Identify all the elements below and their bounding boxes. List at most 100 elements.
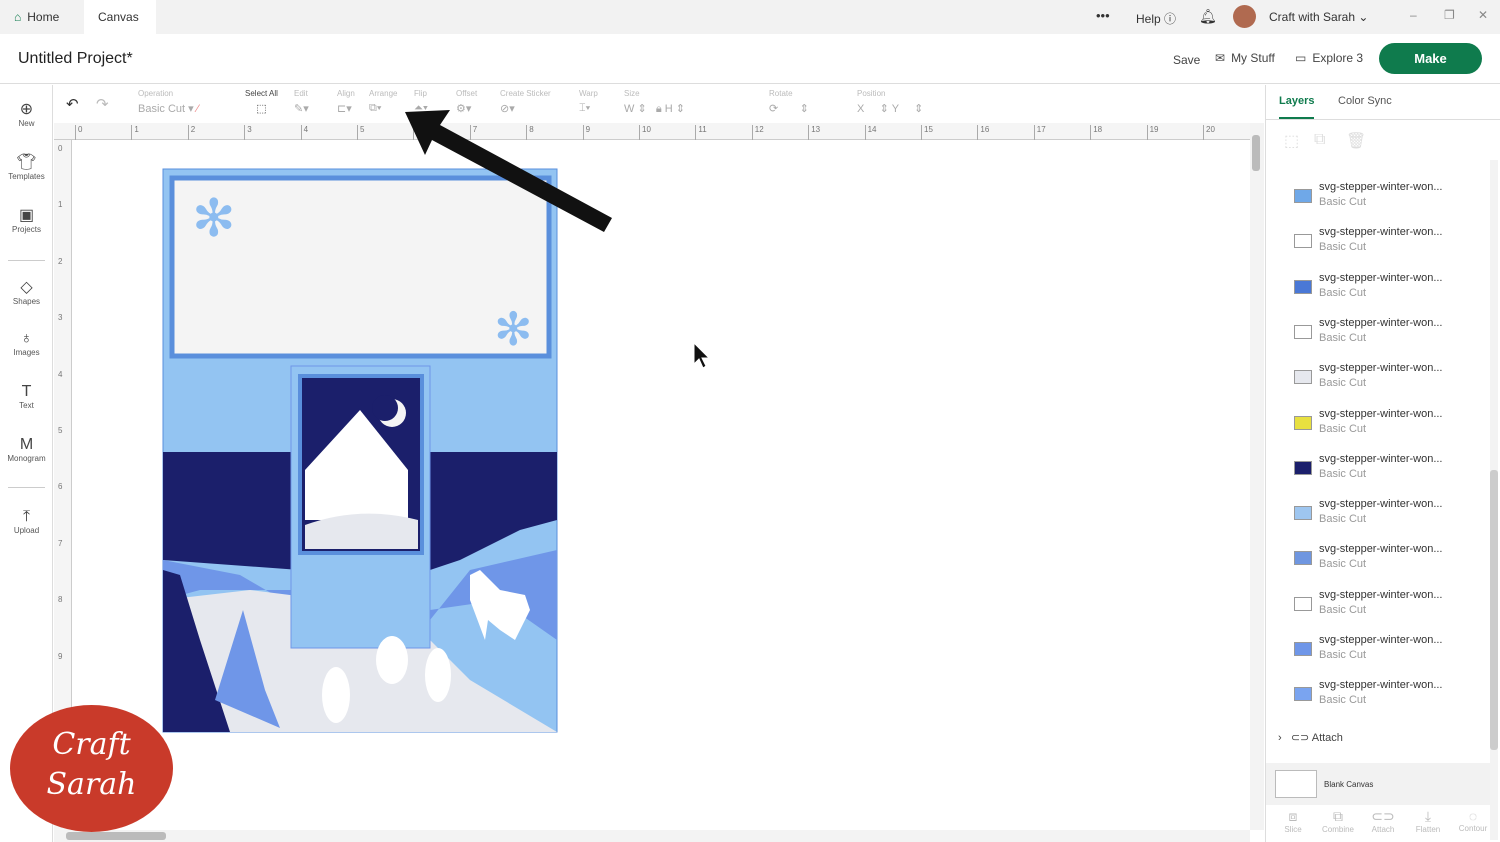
- scroll-thumb[interactable]: [1252, 135, 1260, 171]
- layer-name: svg-stepper-winter-won...: [1319, 407, 1443, 420]
- rabbit: [322, 667, 350, 723]
- layer-thumbnail: [1294, 642, 1312, 656]
- layer-item[interactable]: svg-stepper-winter-won... Basic Cut: [1290, 317, 1480, 357]
- layer-item[interactable]: svg-stepper-winter-won... Basic Cut: [1290, 679, 1480, 719]
- machine-icon: ▭: [1295, 51, 1307, 65]
- moon: [372, 395, 398, 421]
- flatten-button[interactable]: ⤓ Flatten: [1408, 808, 1448, 834]
- canvas-artwork[interactable]: ✻ ✻: [0, 0, 1250, 842]
- layer-item[interactable]: svg-stepper-winter-won... Basic Cut: [1290, 272, 1480, 312]
- contour-button[interactable]: ◌ Contour: [1453, 808, 1493, 833]
- layer-name: svg-stepper-winter-won...: [1319, 634, 1443, 646]
- layer-thumbnail: [1294, 551, 1312, 566]
- layer-thumbnail: [1294, 687, 1312, 702]
- attach-group[interactable]: › ⊂⊃ Attach: [1278, 731, 1343, 744]
- attach-label: Attach: [1311, 732, 1343, 744]
- label: Contour: [1458, 824, 1488, 833]
- layer-operation: Basic Cut: [1319, 603, 1367, 616]
- close-icon[interactable]: ✕: [1478, 8, 1488, 22]
- machine-label: Explore 3: [1312, 51, 1364, 65]
- flatten-icon: ⤓: [1424, 808, 1432, 824]
- card-design[interactable]: ✻ ✻: [162, 168, 558, 733]
- machine-button[interactable]: ▭ Explore 3: [1295, 51, 1363, 65]
- snowflake: ✻: [192, 190, 236, 248]
- layer-operation: Basic Cut: [1319, 467, 1367, 480]
- layer-name: svg-stepper-winter-won...: [1319, 181, 1443, 193]
- scroll-thumb[interactable]: [1490, 470, 1498, 750]
- label: Combine: [1321, 825, 1354, 834]
- slice-icon: ⧈: [1288, 808, 1298, 824]
- make-button[interactable]: Make: [1379, 43, 1482, 74]
- chevron-down-icon: ⌄: [1358, 10, 1369, 24]
- slice-button[interactable]: ⧈ Slice: [1273, 808, 1313, 834]
- layer-thumbnail: [1294, 415, 1312, 430]
- delete-icon[interactable]: 🗑︎: [1346, 131, 1366, 151]
- layer-thumbnail: [1294, 370, 1312, 385]
- attach-button[interactable]: ⊂⊃ Attach: [1363, 808, 1403, 834]
- layer-name: svg-stepper-winter-won...: [1319, 498, 1443, 511]
- layer-name: svg-stepper-winter-won...: [1319, 226, 1443, 239]
- contour-icon: ◌: [1468, 808, 1478, 824]
- layer-thumbnail: [1294, 279, 1312, 294]
- layer-item[interactable]: svg-stepper-winter-won... Basic Cut: [1290, 181, 1480, 221]
- layer-thumbnail: [1294, 324, 1312, 339]
- minimize-icon[interactable]: –: [1410, 8, 1417, 22]
- layer-operation: Basic Cut: [1319, 241, 1367, 254]
- layer-operation: Basic Cut: [1319, 331, 1367, 344]
- layer-name: svg-stepper-winter-won...: [1319, 271, 1443, 284]
- layer-operation: Basic Cut: [1319, 649, 1367, 661]
- rabbit: [425, 648, 451, 702]
- mouse-cursor: [693, 341, 711, 369]
- user-name: Craft with Sarah: [1269, 10, 1356, 24]
- combine-button[interactable]: ⧉ Combine: [1318, 808, 1358, 834]
- layer-item[interactable]: svg-stepper-winter-won... Basic Cut: [1290, 543, 1480, 583]
- layer-operation: Basic Cut: [1319, 694, 1367, 707]
- layer-item[interactable]: svg-stepper-winter-won... Basic Cut: [1290, 362, 1480, 402]
- layer-operation: Basic Cut: [1319, 513, 1367, 526]
- layer-operation: Basic Cut: [1319, 377, 1367, 390]
- layer-item[interactable]: svg-stepper-winter-won... Basic Cut: [1290, 453, 1480, 493]
- label: Flatten: [1415, 825, 1441, 834]
- layer-name: svg-stepper-winter-won...: [1319, 543, 1443, 556]
- layer-item[interactable]: svg-stepper-winter-won... Basic Cut: [1290, 408, 1480, 448]
- layer-name: svg-stepper-winter-won...: [1319, 316, 1443, 329]
- layer-item[interactable]: svg-stepper-winter-won... Basic Cut: [1290, 634, 1480, 674]
- layers-scrollbar[interactable]: [1490, 160, 1498, 840]
- rabbit: [376, 636, 408, 684]
- layer-item[interactable]: svg-stepper-winter-won... Basic Cut: [1290, 498, 1480, 538]
- blank-canvas-label: Blank Canvas: [1324, 780, 1374, 789]
- layer-name: svg-stepper-winter-won...: [1319, 452, 1443, 465]
- layer-name: svg-stepper-winter-won...: [1319, 588, 1443, 601]
- label: Attach: [1371, 825, 1395, 834]
- layer-operation: Basic Cut: [1319, 286, 1367, 299]
- layer-operation: Basic Cut: [1319, 558, 1367, 571]
- layer-operation: Basic Cut: [1319, 422, 1367, 435]
- restore-icon[interactable]: ❐: [1444, 8, 1455, 22]
- layer-name: svg-stepper-winter-won...: [1319, 679, 1443, 692]
- label: Slice: [1284, 825, 1302, 834]
- layer-item[interactable]: svg-stepper-winter-won... Basic Cut: [1290, 589, 1480, 629]
- chevron-right-icon: ›: [1278, 732, 1282, 744]
- layer-thumbnail: [1294, 460, 1312, 475]
- vertical-scrollbar[interactable]: [1250, 123, 1264, 830]
- user-menu[interactable]: Craft with Sarah ⌄: [1269, 10, 1368, 24]
- layer-name: svg-stepper-winter-won...: [1319, 362, 1443, 375]
- attach-icon: ⊂⊃: [1290, 732, 1310, 744]
- tab-color-sync[interactable]: Color Sync: [1338, 95, 1392, 107]
- blank-canvas-row[interactable]: Blank Canvas: [1266, 763, 1490, 805]
- snowflake: ✻: [494, 303, 533, 355]
- layer-operation: Basic Cut: [1319, 196, 1367, 208]
- group-icon[interactable]: ⬚: [1284, 131, 1299, 151]
- layer-thumbnail: [1294, 506, 1312, 521]
- attach-icon: ⊂⊃: [1371, 808, 1395, 824]
- layer-thumbnail: [1294, 596, 1312, 611]
- tab-layers[interactable]: Layers: [1279, 95, 1315, 119]
- craft-with-sarah-logo: Craft Sarah: [10, 705, 173, 832]
- layer-item[interactable]: svg-stepper-winter-won... Basic Cut: [1290, 226, 1480, 266]
- divider: [1266, 119, 1500, 120]
- layer-thumbnail: [1294, 189, 1312, 203]
- layer-thumbnail: [1294, 234, 1312, 249]
- canvas-thumbnail: [1275, 770, 1317, 798]
- combine-icon: ⧉: [1333, 808, 1343, 824]
- duplicate-icon[interactable]: ⧉: [1314, 131, 1325, 149]
